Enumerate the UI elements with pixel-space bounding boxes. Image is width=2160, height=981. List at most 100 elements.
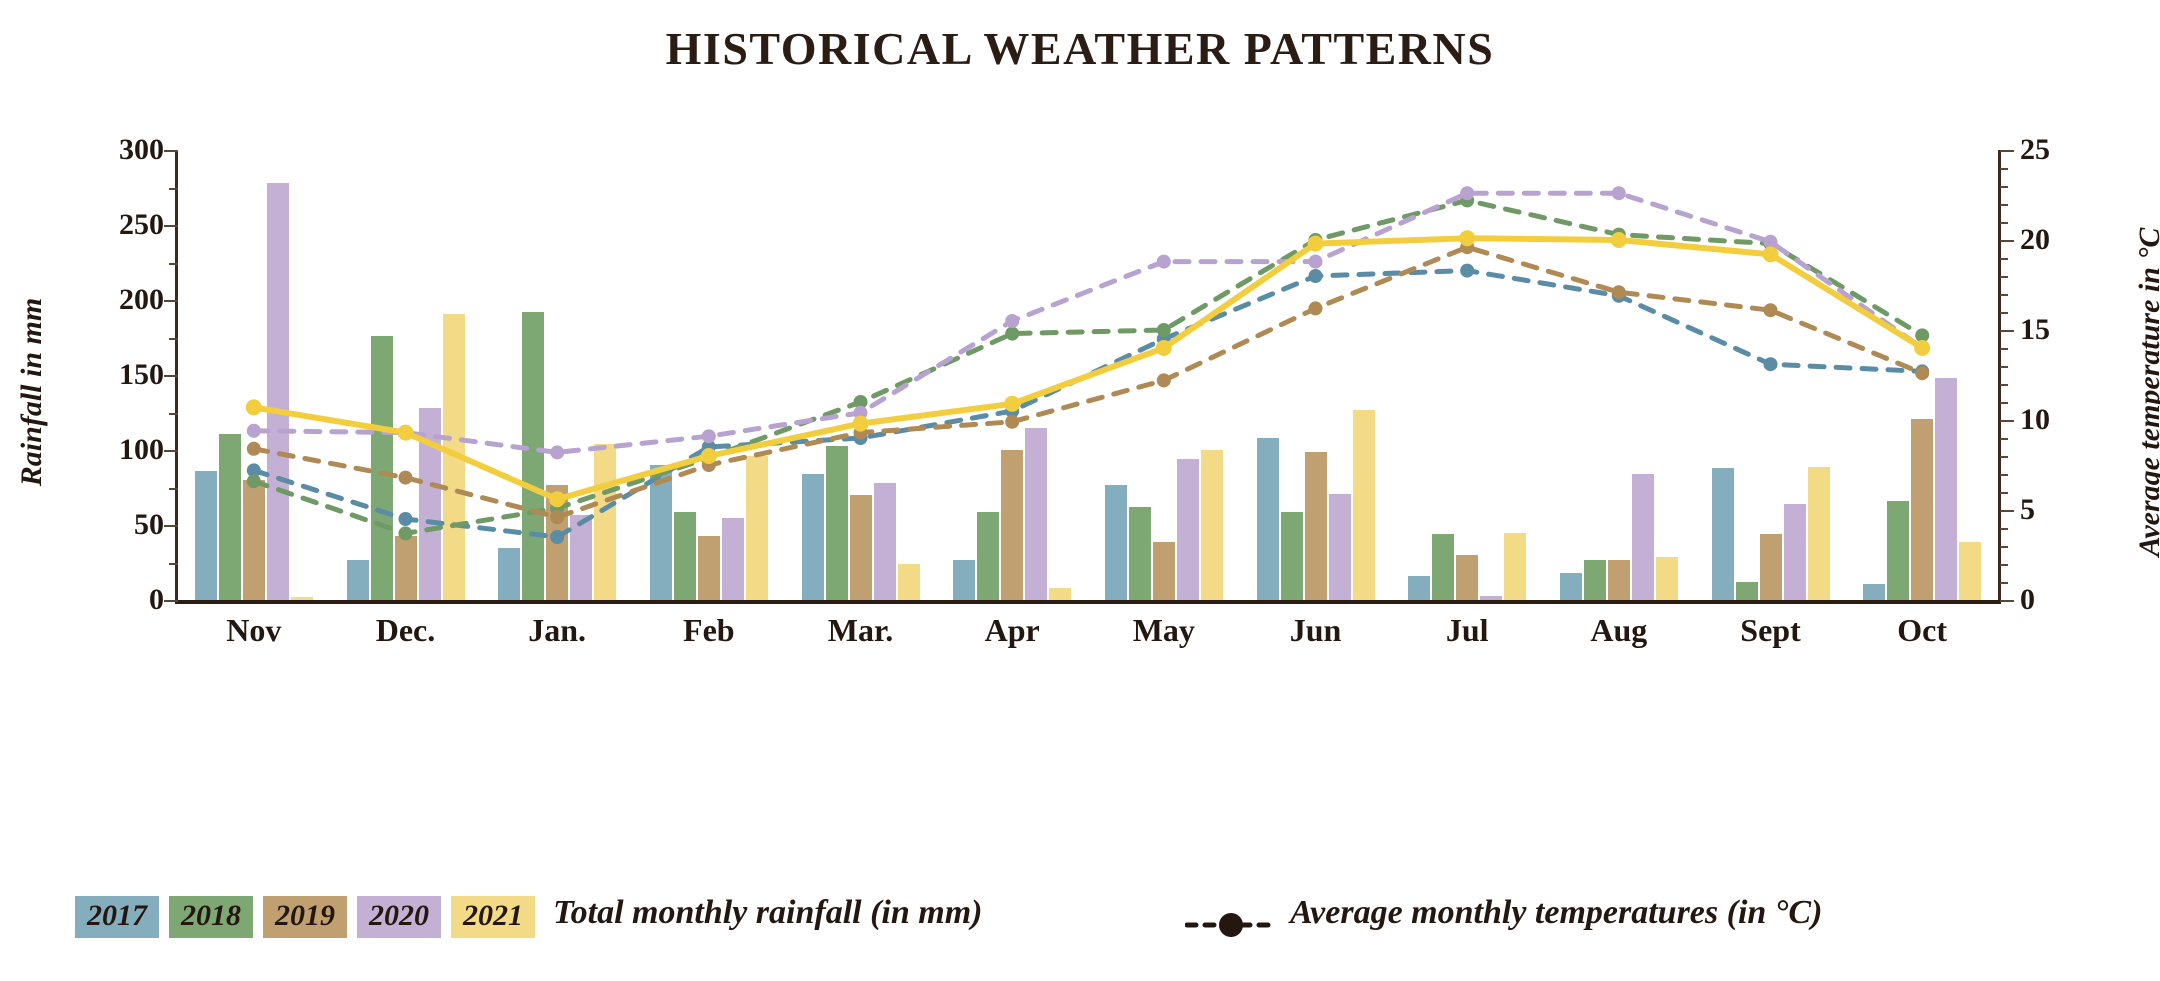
bar-2019-Dec bbox=[394, 535, 417, 600]
y-minor-tick-right bbox=[2000, 366, 2008, 368]
temperature-line-2021 bbox=[250, 235, 1926, 503]
bar-2019-Oct bbox=[1911, 418, 1934, 600]
x-axis-tick-label: Aug bbox=[1590, 612, 1648, 648]
y-minor-tick-right bbox=[2000, 438, 2008, 440]
y-tick-mark bbox=[164, 375, 178, 377]
bar-2017-Sept bbox=[1711, 468, 1734, 600]
y-minor-tick-right bbox=[2000, 348, 2008, 350]
bar-2017-Apr bbox=[953, 559, 976, 600]
temperature-point-2017 bbox=[398, 512, 413, 526]
temperature-point-2017 bbox=[701, 440, 716, 454]
temperature-point-2019 bbox=[1763, 303, 1778, 318]
temperature-point-2020 bbox=[853, 405, 868, 420]
y-axis-left-tick-label: 200 bbox=[119, 283, 164, 316]
legend-rainfall-label: Total monthly rainfall (in mm) bbox=[553, 894, 983, 931]
temperature-point-2020 bbox=[550, 445, 565, 460]
bar-2017-May bbox=[1104, 484, 1127, 600]
bar-2018-Jun bbox=[1280, 511, 1303, 600]
y-tick-mark-right bbox=[2000, 510, 2014, 512]
y-minor-tick bbox=[169, 262, 178, 265]
temperature-point-2020 bbox=[1308, 254, 1323, 269]
y-tick-mark bbox=[164, 150, 178, 152]
bar-2018-Mar bbox=[825, 445, 848, 600]
y-minor-tick-right bbox=[2000, 168, 2008, 170]
temperature-point-2020 bbox=[701, 429, 716, 444]
bar-2021-Dec bbox=[442, 313, 465, 600]
temperature-point-2021 bbox=[1914, 340, 1931, 356]
bar-2019-May bbox=[1152, 541, 1175, 600]
bar-2017-Nov bbox=[194, 471, 217, 600]
y-axis-right-tick-label: 25 bbox=[2020, 133, 2050, 166]
bar-2019-Jul bbox=[1456, 555, 1479, 600]
x-axis-tick-label: May bbox=[1132, 612, 1195, 648]
x-axis-tick-label: Jun bbox=[1289, 612, 1342, 648]
y-tick-mark bbox=[164, 450, 178, 452]
temperature-point-2020 bbox=[1915, 341, 1930, 355]
temperature-point-2020 bbox=[398, 425, 413, 440]
bar-2017-Mar bbox=[801, 474, 824, 600]
bar-2021-May bbox=[1200, 450, 1223, 600]
legend-swatch-2021[interactable]: 2021 bbox=[451, 896, 535, 938]
legend-swatch-2019[interactable]: 2019 bbox=[263, 896, 347, 938]
bar-2018-Oct bbox=[1887, 501, 1910, 600]
temperature-point-2018 bbox=[701, 450, 716, 465]
y-tick-mark bbox=[164, 525, 178, 527]
temperature-point-2021 bbox=[1459, 230, 1476, 247]
temperature-point-2019 bbox=[701, 458, 716, 472]
y-minor-tick-right bbox=[2000, 474, 2008, 476]
y-minor-tick bbox=[169, 337, 178, 340]
temperature-point-2017 bbox=[1915, 364, 1930, 379]
bar-2021-Jun bbox=[1352, 409, 1375, 600]
temperature-point-2020 bbox=[246, 423, 261, 438]
bar-2021-Jan bbox=[594, 444, 617, 600]
bar-2019-Sept bbox=[1759, 534, 1782, 600]
y-axis-left-title: Rainfall in mm bbox=[15, 297, 48, 487]
temperature-point-2018 bbox=[1915, 328, 1930, 343]
temperature-point-2017 bbox=[1460, 263, 1475, 278]
y-minor-tick-right bbox=[2000, 258, 2008, 260]
bar-2021-Sept bbox=[1807, 466, 1830, 600]
temperature-point-2021 bbox=[1762, 246, 1779, 263]
temperature-line-2018 bbox=[251, 197, 1925, 536]
bar-2018-May bbox=[1128, 507, 1151, 600]
bar-2020-May bbox=[1176, 459, 1199, 600]
y-axis-right-tick-label: 5 bbox=[2020, 493, 2035, 526]
temperature-point-2019 bbox=[1156, 373, 1171, 388]
bar-2017-Feb bbox=[649, 465, 672, 600]
x-axis-tick-label: Oct bbox=[1897, 612, 1948, 648]
y-minor-tick-right bbox=[2000, 456, 2008, 458]
bar-2020-Jul bbox=[1480, 595, 1503, 600]
x-axis-tick-label: Nov bbox=[226, 612, 282, 648]
bar-2021-Mar bbox=[897, 564, 920, 600]
bar-2019-Feb bbox=[697, 535, 720, 600]
temperature-point-2020 bbox=[1460, 186, 1475, 201]
temperature-point-2017 bbox=[1005, 404, 1020, 418]
bar-2020-Apr bbox=[1025, 427, 1048, 600]
x-axis-tick-label: Dec. bbox=[375, 612, 436, 648]
legend-swatch-2017[interactable]: 2017 bbox=[75, 896, 159, 938]
bar-2020-Oct bbox=[1935, 378, 1958, 600]
temperature-point-2020 bbox=[1763, 234, 1778, 249]
legend-swatch-2018[interactable]: 2018 bbox=[169, 896, 253, 938]
bar-2019-Nov bbox=[242, 480, 265, 600]
y-minor-tick-right bbox=[2000, 186, 2008, 188]
bar-2020-Jan bbox=[570, 514, 593, 600]
temperature-point-2018 bbox=[1005, 326, 1020, 341]
legend-temperature-label: Average monthly temperatures (in °C) bbox=[1290, 894, 1823, 931]
chart-legend: 2017 2018 2019 2020 2021 Total monthly rainf… bbox=[0, 888, 2160, 958]
y-axis-left-tick-label: 50 bbox=[134, 508, 164, 541]
y-axis-left-tick-label: 300 bbox=[119, 133, 164, 166]
temperature-point-2021 bbox=[1004, 395, 1021, 412]
legend-temperature-icon bbox=[1185, 913, 1278, 937]
temperature-point-2017 bbox=[853, 431, 868, 445]
temperature-point-2018 bbox=[1763, 236, 1778, 251]
bar-2017-Oct bbox=[1863, 583, 1886, 600]
y-tick-mark-right bbox=[2000, 420, 2014, 422]
legend-swatch-2020[interactable]: 2020 bbox=[357, 896, 441, 938]
y-axis-right-tick-label: 15 bbox=[2020, 313, 2050, 346]
y-minor-tick-right bbox=[2000, 384, 2008, 386]
bar-2020-Jun bbox=[1328, 493, 1351, 600]
x-axis-tick-label: Feb bbox=[683, 612, 735, 648]
temperature-point-2020 bbox=[1005, 314, 1020, 328]
temperature-point-2021 bbox=[852, 415, 869, 432]
